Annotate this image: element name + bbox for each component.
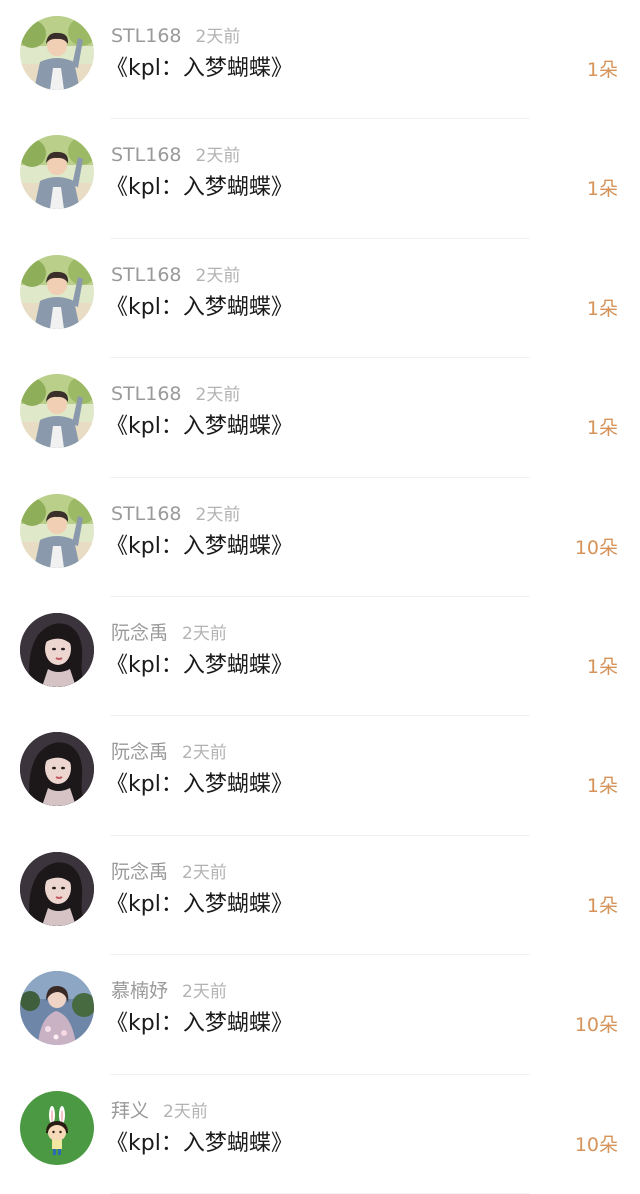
timestamp: 2天前	[195, 265, 241, 286]
work-title: 《kpl：入梦蝴蝶》	[106, 175, 293, 201]
gift-record-list: STL168 2天前 《kpl：入梦蝴蝶》 1朵 STL168 2天前 《kpl：入梦蝴蝶…	[0, 0, 640, 1194]
timestamp: 2天前	[195, 27, 241, 47]
flower-count: 1朵	[586, 297, 618, 320]
avatar[interactable]	[20, 493, 94, 568]
avatar[interactable]	[20, 851, 94, 926]
flower-count: 10朵	[574, 1133, 618, 1156]
work-title: 《kpl：入梦蝴蝶》	[106, 414, 293, 440]
row-meta: 阮念禹 2天前	[111, 860, 227, 885]
gift-record-row[interactable]: STL168 2天前《kpl：入梦蝴蝶》 1朵	[0, 239, 640, 359]
row-meta: STL168 2天前	[111, 382, 240, 407]
work-title: 《kpl：入梦蝴蝶》	[106, 294, 293, 320]
row-meta: 慕楠妤 2天前	[111, 979, 227, 1004]
avatar[interactable]	[20, 135, 94, 210]
work-title: 《kpl：入梦蝴蝶》	[106, 772, 293, 798]
gift-record-row[interactable]: STL168 2天前《kpl：入梦蝴蝶》 10朵	[0, 478, 640, 597]
gift-record-row[interactable]: 拜义 2天前《kpl：入梦蝴蝶》 10朵	[0, 1075, 640, 1194]
row-meta: STL168 2天前	[111, 143, 240, 168]
gift-record-row[interactable]: STL168 2天前《kpl：入梦蝴蝶》 1朵	[0, 358, 640, 478]
username[interactable]: STL168	[111, 264, 182, 286]
flower-count: 10朵	[574, 536, 618, 559]
username[interactable]: STL168	[111, 503, 182, 525]
work-title: 《kpl：入梦蝴蝶》	[106, 1011, 293, 1037]
username[interactable]: STL168	[111, 144, 182, 166]
gift-record-row[interactable]: 阮念禹 2天前《kpl：入梦蝴蝶》 1朵	[0, 836, 640, 956]
avatar[interactable]	[20, 732, 94, 807]
gift-record-row[interactable]: STL168 2天前《kpl：入梦蝴蝶》 1朵	[0, 0, 640, 120]
username[interactable]: 阮念禹	[111, 861, 168, 883]
work-title: 《kpl：入梦蝴蝶》	[106, 533, 293, 559]
username[interactable]: STL168	[111, 383, 182, 405]
username[interactable]: 阮念禹	[111, 741, 168, 763]
row-meta: STL168 2天前	[111, 502, 240, 527]
timestamp: 2天前	[195, 385, 241, 406]
flower-count: 1朵	[586, 775, 618, 798]
gift-record-row[interactable]: 阮念禹 2天前《kpl：入梦蝴蝶》 1朵	[0, 716, 640, 836]
avatar[interactable]	[20, 16, 94, 90]
flower-count: 1朵	[586, 59, 618, 81]
username[interactable]: 拜义	[111, 1100, 149, 1122]
avatar[interactable]	[20, 1090, 94, 1165]
work-title: 《kpl：入梦蝴蝶》	[106, 891, 293, 917]
flower-count: 1朵	[586, 417, 618, 440]
flower-count: 1朵	[586, 178, 618, 201]
timestamp: 2天前	[195, 504, 241, 525]
username[interactable]: 阮念禹	[111, 622, 168, 644]
timestamp: 2天前	[195, 146, 241, 167]
flower-count: 1朵	[586, 894, 618, 917]
timestamp: 2天前	[182, 623, 227, 644]
flower-count: 10朵	[574, 1014, 618, 1037]
gift-record-row[interactable]: STL168 2天前《kpl：入梦蝴蝶》 1朵	[0, 119, 640, 239]
timestamp: 2天前	[182, 743, 227, 764]
row-meta: 阮念禹 2天前	[111, 621, 227, 646]
timestamp: 2天前	[182, 862, 227, 883]
row-meta: STL168 2天前	[111, 263, 240, 288]
row-meta: 拜义 2天前	[111, 1099, 208, 1124]
timestamp: 2天前	[163, 1101, 208, 1122]
avatar[interactable]	[20, 971, 94, 1046]
avatar[interactable]	[20, 254, 94, 329]
gift-record-row[interactable]: 阮念禹 2天前《kpl：入梦蝴蝶》 1朵	[0, 597, 640, 717]
work-title: 《kpl：入梦蝴蝶》	[106, 1130, 293, 1156]
row-meta: 阮念禹 2天前	[111, 740, 227, 765]
username[interactable]: STL168	[111, 25, 182, 47]
timestamp: 2天前	[182, 982, 227, 1003]
gift-record-row[interactable]: 慕楠妤 2天前《kpl：入梦蝴蝶》 10朵	[0, 955, 640, 1075]
flower-count: 1朵	[586, 655, 618, 678]
row-meta: STL168 2天前	[111, 24, 240, 49]
avatar[interactable]	[20, 612, 94, 687]
work-title: 《kpl：入梦蝴蝶》	[106, 56, 293, 81]
work-title: 《kpl：入梦蝴蝶》	[106, 652, 293, 678]
avatar[interactable]	[20, 374, 94, 449]
username[interactable]: 慕楠妤	[111, 980, 168, 1002]
